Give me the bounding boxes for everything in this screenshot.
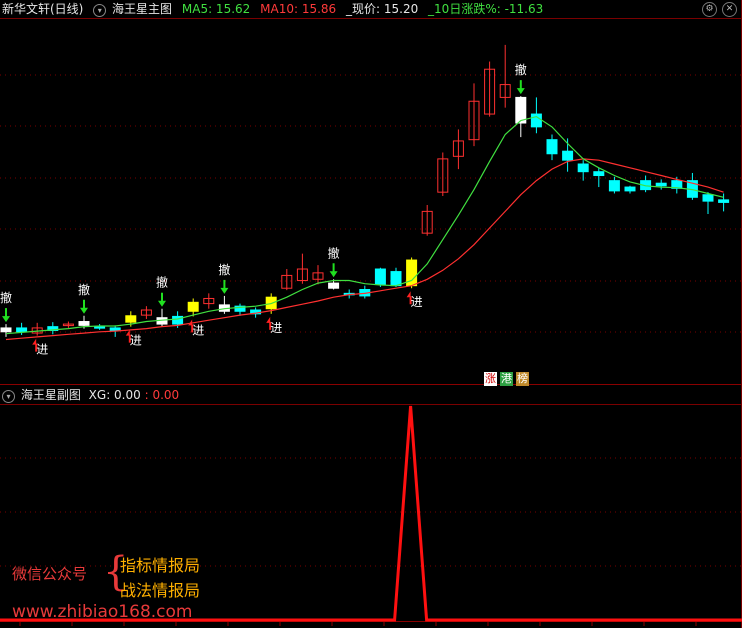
withdraw-label: 撤 xyxy=(0,290,12,305)
enter-label: 进 xyxy=(270,321,282,335)
candle-body xyxy=(702,194,714,202)
candle-body xyxy=(16,327,28,333)
candle-body xyxy=(328,282,340,289)
badge-zhang[interactable]: 涨 xyxy=(484,372,497,386)
down-arrow-icon xyxy=(329,271,338,278)
candle-body xyxy=(655,182,667,187)
wechat-account-label: 微信公众号 xyxy=(12,565,88,583)
candle-body xyxy=(546,139,558,155)
enter-label: 进 xyxy=(192,323,204,337)
candle-body xyxy=(390,271,402,287)
close-icon[interactable]: ✕ xyxy=(722,2,737,17)
ma5-label: MA5: 15.62 xyxy=(181,2,251,16)
candle-body xyxy=(187,301,199,312)
badge-bang[interactable]: 榜 xyxy=(516,372,529,386)
candle-body xyxy=(593,171,605,177)
enter-label: 进 xyxy=(36,343,48,357)
candle-body xyxy=(624,186,636,192)
withdraw-label: 撤 xyxy=(156,275,168,290)
xg-label: XG: 0.00 xyxy=(88,388,141,402)
main-chart-header: 新华文轩(日线) ▾ 海王星主图 MA5: 15.62 MA10: 15.86 … xyxy=(0,0,742,18)
watermark-line2: 战法情报局 xyxy=(120,581,201,600)
enter-label: 进 xyxy=(411,295,423,309)
candle-body xyxy=(577,163,589,173)
xg-value2: : 0.00 xyxy=(144,388,180,402)
sub-indicator-name[interactable]: 海王星副图 xyxy=(21,388,81,402)
candle-body xyxy=(109,327,121,331)
chart-canvas: 撤撤撤撤撤撤进进进 进进 xyxy=(0,0,742,628)
settings-icon[interactable]: ⚙ xyxy=(702,2,717,17)
withdraw-label: 撤 xyxy=(218,262,230,277)
candle-body xyxy=(608,180,620,192)
watermark-line1: 指标情报局 xyxy=(120,556,201,575)
stock-title: 新华文轩(日线) xyxy=(2,2,84,16)
down-arrow-icon xyxy=(2,316,10,323)
ma10-label: MA10: 15.86 xyxy=(260,2,337,16)
candle-body xyxy=(530,113,542,128)
candle-body xyxy=(0,327,12,333)
withdraw-label: 撤 xyxy=(78,282,90,297)
candle-body xyxy=(718,199,730,203)
sub-collapse-icon[interactable]: ▾ xyxy=(2,390,15,403)
candle-body xyxy=(78,321,90,326)
collapse-icon[interactable]: ▾ xyxy=(93,4,107,17)
indicator-name[interactable]: 海王星主图 xyxy=(112,2,172,16)
down-arrow-icon xyxy=(80,307,88,314)
down-arrow-icon xyxy=(158,300,166,307)
ma5-line xyxy=(5,115,724,335)
withdraw-label: 撤 xyxy=(515,62,527,77)
change-label: _10日涨跌%: -11.63 xyxy=(428,2,544,16)
sub-chart-header: ▾ 海王星副图 XG: 0.00 : 0.00 xyxy=(0,386,742,404)
candle-body xyxy=(562,150,574,161)
down-arrow-icon xyxy=(516,88,525,95)
price-label: _现价: 15.20 xyxy=(346,2,419,16)
down-arrow-icon xyxy=(220,287,229,294)
candle-body xyxy=(125,315,137,323)
watermark-url[interactable]: www.zhibiao168.com xyxy=(12,602,192,622)
candle-body xyxy=(374,268,386,285)
withdraw-label: 撤 xyxy=(328,245,340,260)
candle-body xyxy=(94,326,106,329)
enter-label: 进 xyxy=(130,334,142,348)
badge-gang[interactable]: 港 xyxy=(500,372,513,386)
